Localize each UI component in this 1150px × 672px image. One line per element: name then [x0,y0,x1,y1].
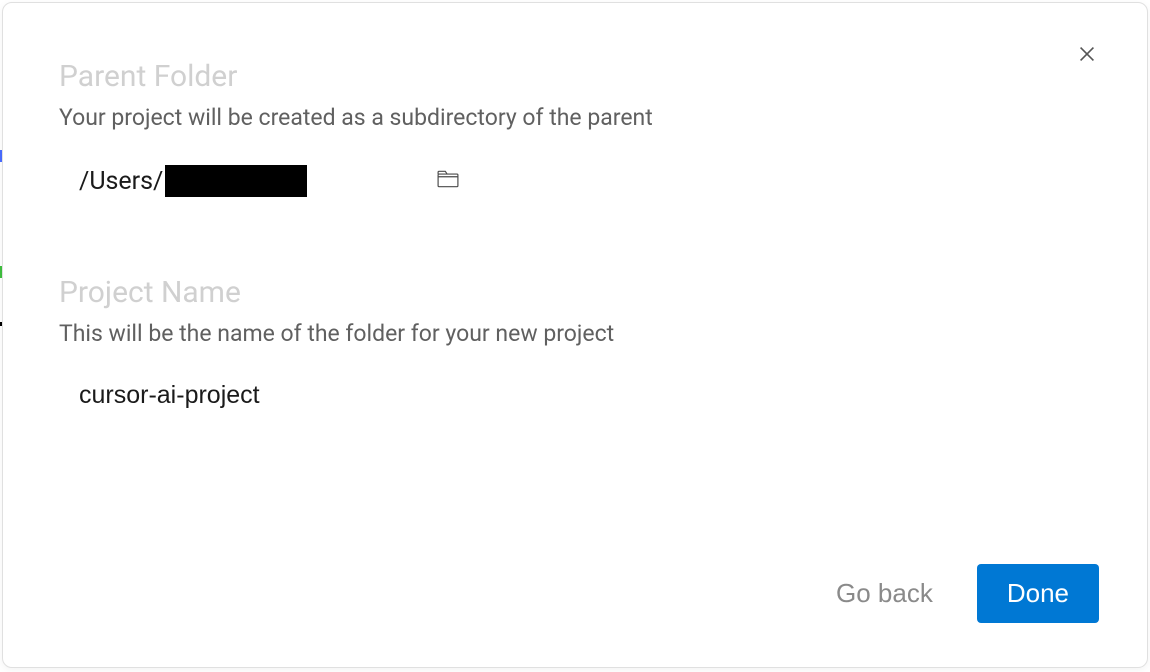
path-redacted [165,165,307,197]
path-prefix: /Users/ [79,167,163,196]
go-back-button[interactable]: Go back [836,578,933,609]
parent-folder-path[interactable]: /Users/ [79,165,307,197]
parent-folder-section: Parent Folder Your project will be creat… [59,59,1091,197]
project-name-title: Project Name [59,275,1091,310]
browse-folder-button[interactable] [437,170,459,192]
folder-icon [437,170,459,192]
close-icon [1076,43,1098,68]
parent-folder-title: Parent Folder [59,59,1091,94]
close-button[interactable] [1071,39,1103,71]
create-project-modal: Parent Folder Your project will be creat… [2,2,1148,668]
project-name-input[interactable] [59,381,659,410]
parent-folder-path-row: /Users/ [59,165,1091,197]
project-name-subtitle: This will be the name of the folder for … [59,320,1091,347]
button-row: Go back Done [836,564,1099,623]
project-name-section: Project Name This will be the name of th… [59,275,1091,410]
parent-folder-subtitle: Your project will be created as a subdir… [59,104,1091,131]
done-button[interactable]: Done [977,564,1099,623]
